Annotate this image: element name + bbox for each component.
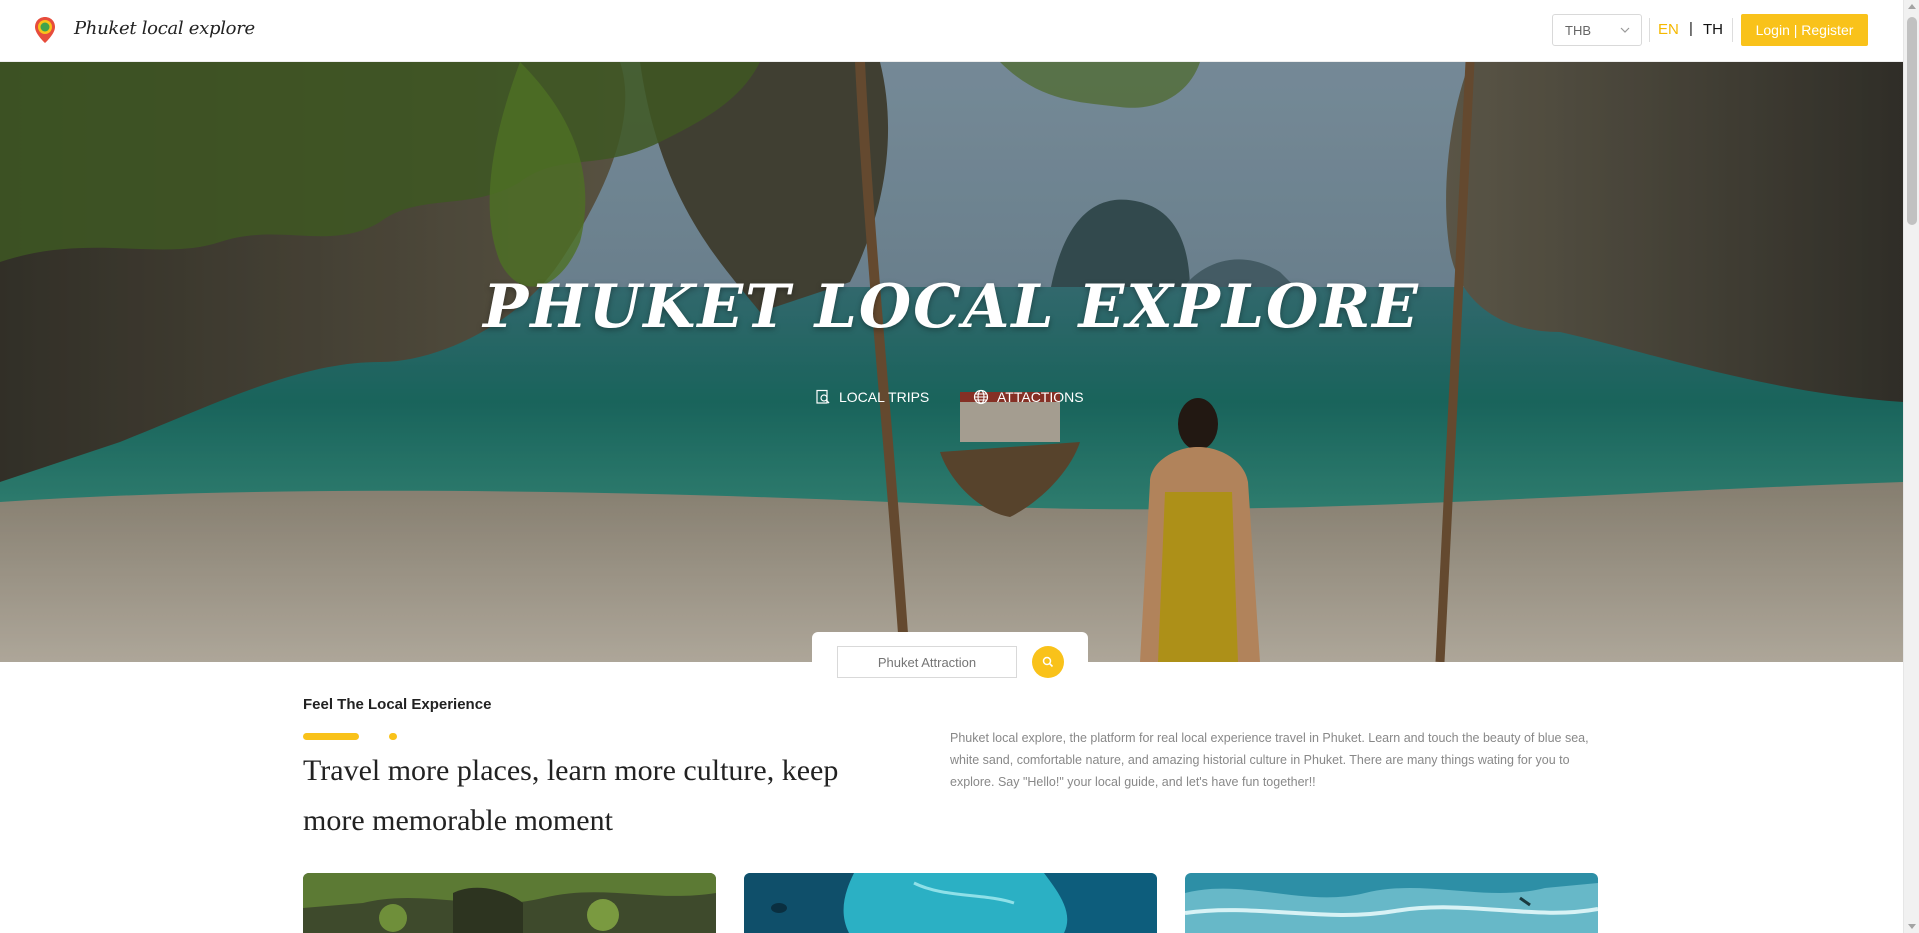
section-eyebrow: Feel The Local Experience: [303, 696, 492, 713]
site-logo-text[interactable]: Phuket local explore: [74, 18, 255, 39]
attraction-card[interactable]: [744, 873, 1157, 933]
attractions-label: ATTACTIONS: [997, 389, 1084, 405]
map-pin-logo-icon[interactable]: [34, 16, 56, 44]
search-icon: [1042, 656, 1054, 668]
scrollbar-thumb[interactable]: [1907, 17, 1917, 225]
attraction-card[interactable]: [1185, 873, 1598, 933]
currency-select[interactable]: THB: [1552, 14, 1642, 46]
attraction-card[interactable]: [303, 873, 716, 933]
search-input[interactable]: [837, 646, 1017, 678]
accent-bar: [303, 733, 359, 740]
chevron-down-icon: [1620, 27, 1630, 33]
lang-separator: |: [1689, 20, 1693, 37]
search-panel: [812, 632, 1088, 688]
section-description: Phuket local explore, the platform for r…: [950, 731, 1589, 789]
ocean-waves-image: [1185, 873, 1598, 933]
local-trips-link[interactable]: LOCAL TRIPS: [815, 389, 929, 405]
login-register-button[interactable]: Login | Register: [1741, 14, 1868, 46]
hero-beach-image: [0, 62, 1903, 662]
local-trips-label: LOCAL TRIPS: [839, 389, 930, 405]
hero-banner: PHUKET LOCAL EXPLORE LOCAL TRIPS ATTACTI…: [0, 62, 1903, 662]
turquoise-sea-image: [744, 873, 1157, 933]
scroll-up-arrow-icon[interactable]: [1908, 4, 1916, 9]
page-scrollbar[interactable]: [1903, 0, 1919, 933]
globe-icon: [973, 389, 989, 405]
search-button[interactable]: [1032, 646, 1064, 678]
section-headline: Travel more places, learn more culture, …: [303, 754, 839, 837]
divider: [1732, 18, 1733, 42]
scroll-down-arrow-icon[interactable]: [1908, 924, 1916, 929]
search-document-icon: [816, 389, 830, 404]
attractions-link[interactable]: ATTACTIONS: [973, 389, 1084, 405]
divider: [1649, 18, 1650, 42]
top-navbar: Phuket local explore THB EN | TH Login |…: [0, 0, 1903, 62]
jungle-cliff-image: [303, 873, 716, 933]
lang-en-link[interactable]: EN: [1658, 21, 1679, 38]
lang-th-link[interactable]: TH: [1703, 21, 1723, 38]
hero-title: PHUKET LOCAL EXPLORE: [483, 272, 1420, 342]
accent-dot: [389, 733, 397, 740]
currency-value: THB: [1565, 23, 1591, 38]
